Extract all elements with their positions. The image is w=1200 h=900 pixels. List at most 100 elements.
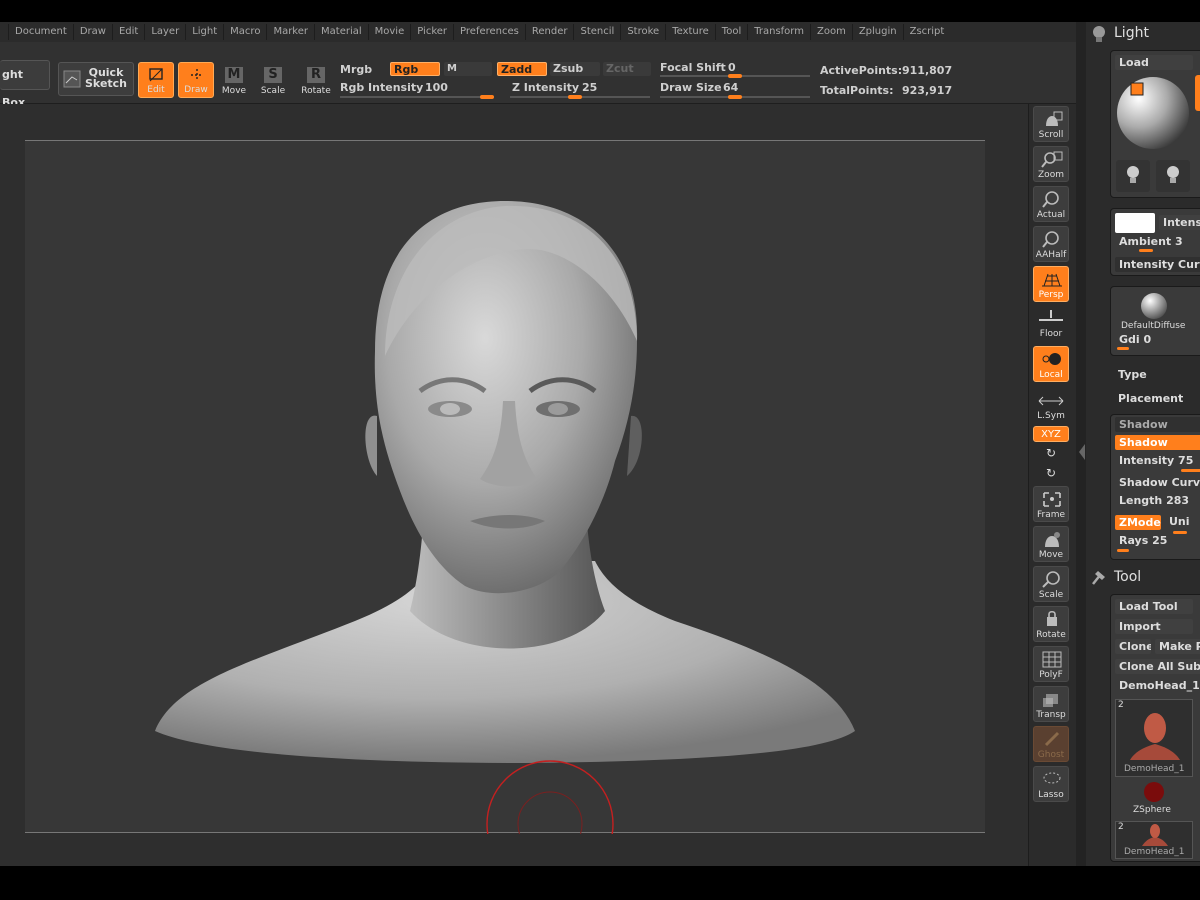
ambient-slider[interactable] bbox=[1139, 249, 1153, 252]
zmode-toggle[interactable]: ZMode bbox=[1115, 515, 1161, 530]
tool-thumb-demohead-2[interactable]: 2 DemoHead_1 bbox=[1115, 821, 1193, 859]
zsub-button[interactable]: Zsub bbox=[550, 62, 600, 76]
draw-size-handle[interactable] bbox=[728, 95, 742, 99]
focal-shift-handle[interactable] bbox=[728, 74, 742, 78]
zsphere-label: ZSphere bbox=[1133, 805, 1171, 815]
m-button[interactable]: M bbox=[444, 62, 492, 76]
menu-texture[interactable]: Texture bbox=[665, 24, 715, 40]
lightbox-button[interactable]: ght Box bbox=[0, 60, 50, 109]
rays-slider[interactable] bbox=[1117, 549, 1129, 552]
menu-zscript[interactable]: Zscript bbox=[902, 24, 951, 40]
xyz-button[interactable]: XYZ bbox=[1033, 426, 1069, 442]
light-load-button[interactable]: Load bbox=[1115, 55, 1193, 70]
type-section[interactable]: Type bbox=[1118, 368, 1147, 381]
shadow-intensity-slider[interactable] bbox=[1181, 469, 1200, 472]
mrgb-button[interactable]: Mrgb bbox=[340, 63, 372, 76]
shadow-section-header[interactable]: Shadow bbox=[1115, 417, 1200, 432]
move-button[interactable]: M Move bbox=[216, 62, 252, 98]
shadow-curve-button[interactable]: Shadow Curve bbox=[1119, 476, 1200, 489]
panel-divider[interactable] bbox=[1076, 22, 1086, 866]
menu-picker[interactable]: Picker bbox=[410, 24, 453, 40]
light-sphere-preview[interactable] bbox=[1115, 75, 1191, 151]
light-panel-title[interactable]: Light bbox=[1114, 25, 1149, 41]
load-tool-button[interactable]: Load Tool bbox=[1115, 599, 1193, 614]
edit-button[interactable]: Edit bbox=[138, 62, 174, 98]
menu-marker[interactable]: Marker bbox=[266, 24, 314, 40]
scale-view-button[interactable]: Scale bbox=[1033, 566, 1069, 602]
draw-button[interactable]: Draw bbox=[178, 62, 214, 98]
bust-model[interactable] bbox=[25, 141, 985, 834]
menu-stroke[interactable]: Stroke bbox=[620, 24, 665, 40]
make-polymesh-button[interactable]: Make P bbox=[1155, 639, 1200, 654]
tool-thumb-zsphere[interactable]: ZSphere bbox=[1115, 781, 1193, 817]
uni-toggle[interactable]: Uni bbox=[1169, 515, 1190, 528]
frame-button[interactable]: Frame bbox=[1033, 486, 1069, 522]
intensity-curve-button[interactable]: Intensity Curv bbox=[1115, 257, 1200, 272]
local-button[interactable]: Local bbox=[1033, 346, 1069, 382]
scroll-button[interactable]: Scroll bbox=[1033, 106, 1069, 142]
menu-layer[interactable]: Layer bbox=[144, 24, 185, 40]
ambient-field[interactable]: Ambient 3 bbox=[1119, 235, 1183, 248]
lasso-button[interactable]: Lasso bbox=[1033, 766, 1069, 802]
material-sphere-icon[interactable] bbox=[1139, 291, 1169, 321]
persp-button[interactable]: Persp bbox=[1033, 266, 1069, 302]
rays-field[interactable]: Rays 25 bbox=[1119, 534, 1167, 547]
light-slot-1-icon[interactable] bbox=[1115, 159, 1151, 193]
quick-sketch-button[interactable]: Quick Sketch bbox=[58, 62, 134, 96]
menu-draw[interactable]: Draw bbox=[72, 24, 112, 40]
scale-button[interactable]: S Scale bbox=[255, 62, 291, 98]
import-button[interactable]: Import bbox=[1115, 619, 1193, 634]
current-tool-name[interactable]: DemoHead_1. bbox=[1119, 679, 1200, 692]
zcut-button[interactable]: Zcut bbox=[603, 62, 651, 76]
uni-slider[interactable] bbox=[1173, 531, 1187, 534]
aahalf-button[interactable]: AAHalf bbox=[1033, 226, 1069, 262]
rotate-z-icon[interactable]: ↻ bbox=[1033, 466, 1069, 480]
zadd-button[interactable]: Zadd bbox=[497, 62, 547, 76]
menu-macro[interactable]: Macro bbox=[223, 24, 266, 40]
clone-all-subtools-button[interactable]: Clone All SubT bbox=[1115, 659, 1200, 674]
light-color-swatch[interactable] bbox=[1115, 213, 1155, 233]
clone-button[interactable]: Clone bbox=[1115, 639, 1151, 654]
rgb-intensity-handle[interactable] bbox=[480, 95, 494, 99]
gdi-field[interactable]: Gdi 0 bbox=[1119, 333, 1151, 346]
menu-render[interactable]: Render bbox=[524, 24, 574, 40]
menu-zoom[interactable]: Zoom bbox=[809, 24, 852, 40]
right-tool-strip: Scroll Zoom Actual AAHalf Persp Floor Lo… bbox=[1028, 104, 1076, 866]
polyf-button[interactable]: PolyF bbox=[1033, 646, 1069, 682]
menu-transform[interactable]: Transform bbox=[747, 24, 810, 40]
actual-button[interactable]: Actual bbox=[1033, 186, 1069, 222]
placement-section[interactable]: Placement bbox=[1118, 392, 1183, 405]
tool-panel-title[interactable]: Tool bbox=[1114, 569, 1141, 585]
lsym-button[interactable]: L.Sym bbox=[1033, 394, 1069, 424]
z-intensity-handle[interactable] bbox=[568, 95, 582, 99]
menu-stencil[interactable]: Stencil bbox=[573, 24, 620, 40]
light-intensity-field[interactable]: Intensi bbox=[1159, 215, 1200, 230]
light-slot-2-icon[interactable] bbox=[1155, 159, 1191, 193]
zsphere-icon bbox=[1144, 782, 1164, 802]
rotate-view-button[interactable]: Rotate bbox=[1033, 606, 1069, 642]
transp-button[interactable]: Transp bbox=[1033, 686, 1069, 722]
menu-preferences[interactable]: Preferences bbox=[453, 24, 525, 40]
shadow-intensity-field[interactable]: Intensity 75 bbox=[1119, 454, 1193, 467]
length-field[interactable]: Length 283 bbox=[1119, 494, 1189, 507]
menu-light[interactable]: Light bbox=[185, 24, 223, 40]
menu-material[interactable]: Material bbox=[314, 24, 368, 40]
rgb-button[interactable]: Rgb bbox=[390, 62, 440, 76]
shadow-toggle[interactable]: Shadow bbox=[1115, 435, 1200, 450]
menu-tool[interactable]: Tool bbox=[714, 24, 747, 40]
light-selected-indicator[interactable] bbox=[1195, 75, 1200, 111]
floor-button[interactable]: Floor bbox=[1033, 306, 1069, 340]
menu-edit[interactable]: Edit bbox=[111, 24, 144, 40]
menu-movie[interactable]: Movie bbox=[367, 24, 411, 40]
menu-document[interactable]: Document bbox=[8, 24, 73, 40]
rgb-intensity-slider[interactable] bbox=[340, 96, 494, 98]
tool-thumb-demohead[interactable]: 2 DemoHead_1 bbox=[1115, 699, 1193, 777]
menu-zplugin[interactable]: Zplugin bbox=[851, 24, 903, 40]
document-canvas[interactable] bbox=[25, 140, 985, 834]
rotate-button[interactable]: R Rotate bbox=[298, 62, 334, 98]
ghost-button[interactable]: Ghost bbox=[1033, 726, 1069, 762]
zoom-button[interactable]: Zoom bbox=[1033, 146, 1069, 182]
gdi-slider[interactable] bbox=[1117, 347, 1129, 350]
move-view-button[interactable]: Move bbox=[1033, 526, 1069, 562]
rotate-y-icon[interactable]: ↻ bbox=[1033, 446, 1069, 460]
